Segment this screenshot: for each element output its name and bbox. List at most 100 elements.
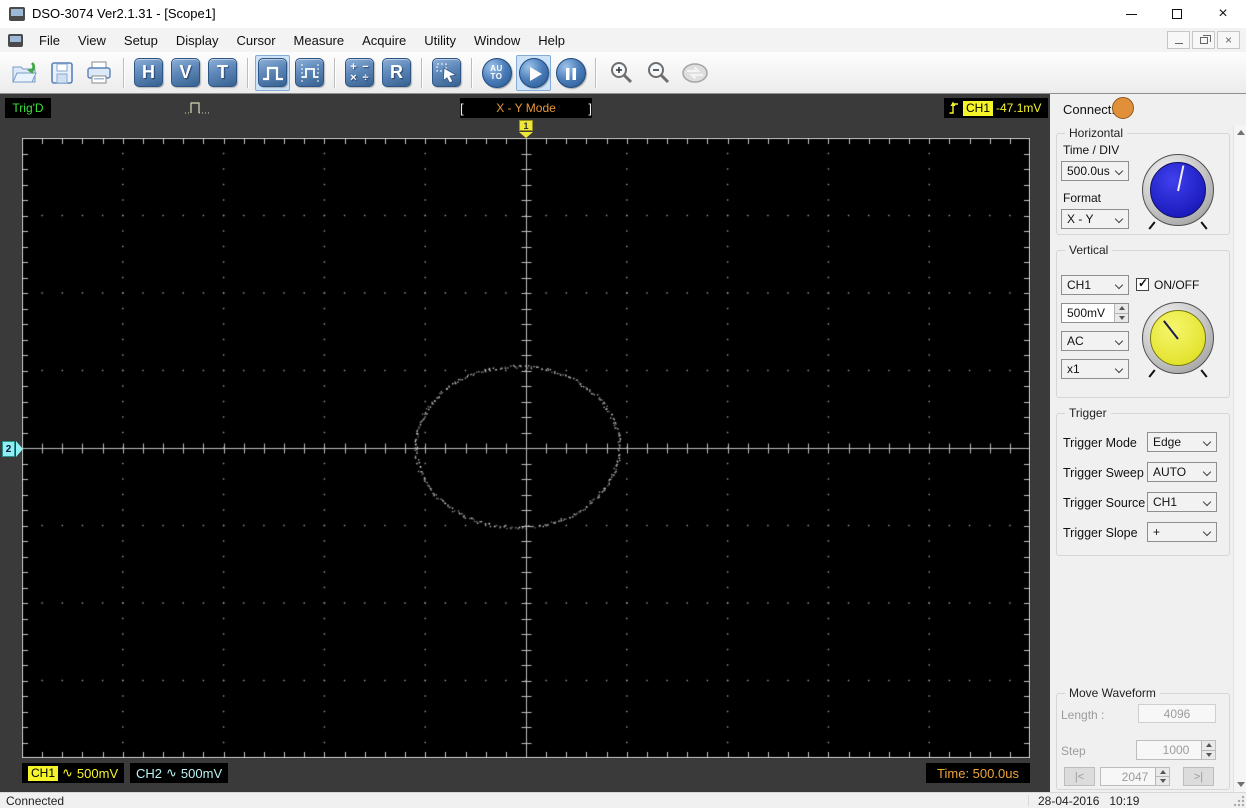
trigger-source-select[interactable]: CH1 bbox=[1147, 492, 1217, 512]
trigger-mode-select[interactable]: Edge bbox=[1147, 432, 1217, 452]
onoff-checkbox[interactable]: ✓ bbox=[1136, 278, 1149, 291]
horizontal-group-title: Horizontal bbox=[1065, 126, 1127, 140]
run-button[interactable] bbox=[516, 55, 551, 91]
zoom-out-button[interactable] bbox=[640, 55, 675, 91]
channel-select[interactable]: CH1 bbox=[1061, 275, 1129, 295]
chevron-down-icon bbox=[1115, 167, 1123, 175]
minimize-button[interactable] bbox=[1108, 0, 1154, 28]
menu-item-view[interactable]: View bbox=[69, 30, 115, 51]
pause-button[interactable] bbox=[553, 55, 588, 91]
vertical-knob[interactable] bbox=[1142, 302, 1214, 374]
spin-up-button[interactable] bbox=[1202, 741, 1215, 751]
chevron-down-icon bbox=[1203, 498, 1211, 506]
time-div-select[interactable]: 500.0us bbox=[1061, 161, 1129, 181]
spin-down-button[interactable] bbox=[1202, 751, 1215, 760]
probe-select[interactable]: x1 bbox=[1061, 359, 1129, 379]
toolbar-separator bbox=[421, 58, 422, 88]
time-div-label: Time / DIV bbox=[1063, 143, 1119, 157]
auto-button[interactable]: AU TO bbox=[479, 55, 514, 91]
scope-display[interactable] bbox=[22, 138, 1030, 758]
horizontal-settings-button[interactable]: H bbox=[131, 55, 166, 91]
scope-canvas[interactable] bbox=[22, 138, 1030, 758]
print-button[interactable] bbox=[81, 55, 116, 91]
toolbar-separator bbox=[123, 58, 124, 88]
open-button[interactable] bbox=[7, 55, 42, 91]
vertical-group-title: Vertical bbox=[1065, 243, 1112, 257]
volts-spinner[interactable]: 500mV bbox=[1061, 303, 1129, 323]
coupling-select[interactable]: AC bbox=[1061, 331, 1129, 351]
menu-item-display[interactable]: Display bbox=[167, 30, 228, 51]
transfer-button[interactable] bbox=[677, 55, 712, 91]
v-letter: V bbox=[179, 62, 191, 83]
toolbar-separator bbox=[595, 58, 596, 88]
mdi-minimize-button[interactable] bbox=[1167, 31, 1190, 49]
spin-up-button[interactable] bbox=[1156, 768, 1169, 777]
trigger-slope-label: Trigger Slope bbox=[1063, 526, 1138, 540]
panel-scrollbar[interactable] bbox=[1233, 125, 1246, 792]
menu-item-cursor[interactable]: Cursor bbox=[228, 30, 285, 51]
trigger-mode-label: Trigger Mode bbox=[1063, 436, 1137, 450]
maximize-button[interactable] bbox=[1154, 0, 1200, 28]
trigger-position-marker[interactable]: 1 bbox=[519, 120, 533, 131]
mdi-restore-button[interactable] bbox=[1192, 31, 1215, 49]
cursor-arrow-icon bbox=[434, 61, 460, 85]
spinner-buttons[interactable] bbox=[1114, 304, 1128, 322]
mdi-minimize-icon bbox=[1175, 43, 1183, 44]
ch1-scale-value: 500mV bbox=[77, 766, 118, 781]
scope-area: Trig'D [ X - Y Mode ] CH1 -47.1mV 1 2 CH… bbox=[0, 94, 1050, 792]
pause-icon bbox=[556, 59, 586, 87]
ch2-scale-readout: CH2 ∿ 500mV bbox=[130, 763, 228, 783]
horizontal-knob[interactable] bbox=[1142, 154, 1214, 226]
pulse-indicator-icon bbox=[183, 99, 215, 117]
position-spinner[interactable]: 2047 bbox=[1100, 767, 1170, 786]
menu-item-file[interactable]: File bbox=[30, 30, 69, 51]
menu-item-acquire[interactable]: Acquire bbox=[353, 30, 415, 51]
ch2-label: CH2 bbox=[136, 766, 162, 781]
ch1-scale-readout: CH1 ∿ 500mV bbox=[22, 763, 124, 783]
spinner-buttons[interactable] bbox=[1155, 768, 1169, 785]
format-select[interactable]: X - Y bbox=[1061, 209, 1129, 229]
spinner-buttons[interactable] bbox=[1201, 741, 1215, 759]
trigger-level-value: -47.1mV bbox=[996, 101, 1041, 115]
menu-item-measure[interactable]: Measure bbox=[285, 30, 354, 51]
probe-value: x1 bbox=[1067, 362, 1080, 376]
spin-down-button[interactable] bbox=[1156, 777, 1169, 785]
mdi-restore-icon bbox=[1200, 37, 1208, 44]
menu-item-help[interactable]: Help bbox=[529, 30, 574, 51]
resize-grip[interactable] bbox=[1233, 795, 1245, 807]
close-button[interactable]: × bbox=[1200, 0, 1246, 28]
trigger-slope-select[interactable]: + bbox=[1147, 522, 1217, 542]
up-arrow-icon bbox=[1237, 130, 1245, 135]
spin-up-button[interactable] bbox=[1115, 304, 1128, 314]
step-spinner[interactable]: 1000 bbox=[1136, 740, 1216, 760]
ch1-coupling-icon: ∿ bbox=[62, 765, 73, 781]
pulse-measure-button[interactable] bbox=[292, 55, 327, 91]
pulse-button[interactable] bbox=[255, 55, 290, 91]
spin-down-button[interactable] bbox=[1115, 314, 1128, 323]
status-bar: Connected 28-04-2016 10:19 bbox=[0, 792, 1246, 808]
refresh-button[interactable]: R bbox=[379, 55, 414, 91]
cursor-button[interactable] bbox=[429, 55, 464, 91]
scrollbar-down-button[interactable] bbox=[1234, 777, 1246, 792]
trigger-settings-button[interactable]: T bbox=[205, 55, 240, 91]
connection-status-text: Connected bbox=[6, 794, 64, 808]
last-frame-button[interactable]: >| bbox=[1183, 767, 1214, 786]
connect-indicator bbox=[1112, 97, 1134, 119]
menu-item-utility[interactable]: Utility bbox=[415, 30, 465, 51]
toolbar-separator bbox=[334, 58, 335, 88]
menu-item-window[interactable]: Window bbox=[465, 30, 529, 51]
menu-item-setup[interactable]: Setup bbox=[115, 30, 167, 51]
ch1-chip: CH1 bbox=[963, 101, 993, 116]
mdi-close-button[interactable]: × bbox=[1217, 31, 1240, 49]
save-button[interactable] bbox=[44, 55, 79, 91]
zoom-in-button[interactable] bbox=[603, 55, 638, 91]
position-value: 2047 bbox=[1122, 770, 1149, 784]
toolbar: H V T + − × ÷ R AU TO bbox=[0, 52, 1246, 94]
first-frame-button[interactable]: |< bbox=[1064, 767, 1095, 786]
trigger-sweep-select[interactable]: AUTO bbox=[1147, 462, 1217, 482]
vertical-settings-button[interactable]: V bbox=[168, 55, 203, 91]
math-button[interactable]: + − × ÷ bbox=[342, 55, 377, 91]
scrollbar-up-button[interactable] bbox=[1234, 125, 1246, 140]
trigger-source-label: Trigger Source bbox=[1063, 496, 1145, 510]
ch2-ground-marker[interactable]: 2 bbox=[2, 441, 15, 457]
